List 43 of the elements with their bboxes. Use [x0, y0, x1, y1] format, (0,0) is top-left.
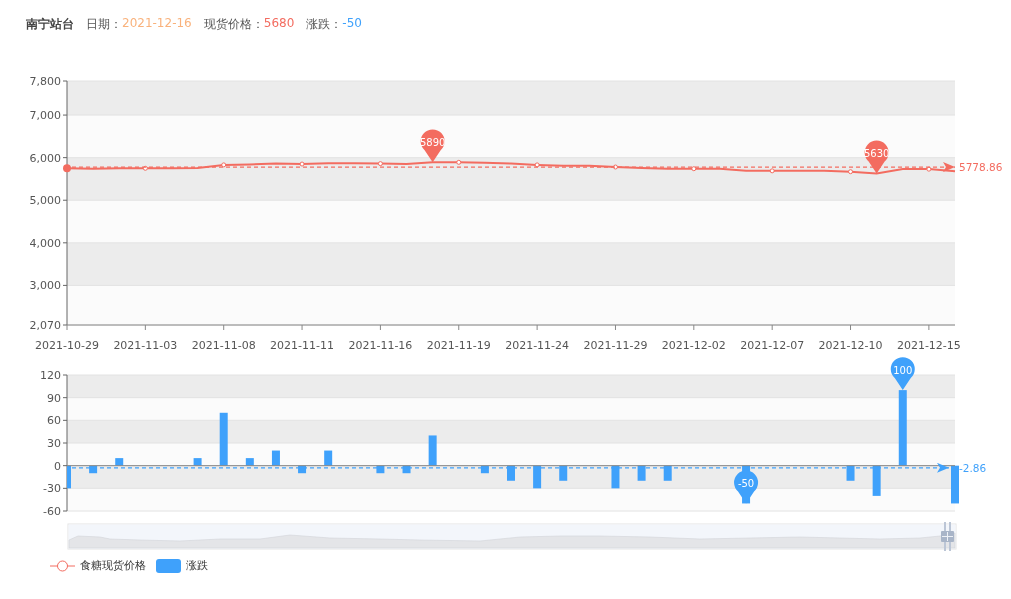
average-label: 5778.86	[959, 161, 1003, 174]
axis-label: 60	[47, 414, 61, 428]
axis-label: 0	[54, 459, 61, 473]
average-label: -2.86	[959, 461, 987, 474]
field-value: 5680	[263, 15, 295, 32]
axis-label: 30	[47, 437, 61, 450]
axis-label: 2021-11-24	[505, 339, 570, 352]
axis-label: -60	[43, 505, 61, 518]
annotation: 100	[893, 365, 913, 377]
axis-label: 2021-10-29	[35, 339, 99, 352]
axis-label: 2021-12-10	[818, 339, 883, 352]
axis-label: 2021-11-16	[348, 339, 413, 352]
axis-label: -30	[43, 482, 61, 496]
axis-label: 2021-11-08	[191, 339, 256, 352]
axis-label: 90	[47, 391, 61, 405]
annotation: 5630	[863, 148, 890, 160]
field-label: 日期：	[86, 15, 122, 33]
axis-label: 2,070	[29, 319, 61, 332]
axis-label: 120	[40, 369, 61, 382]
field-label: 涨跌：	[306, 15, 343, 33]
annotation: 5890	[419, 137, 446, 149]
axis-label: 2021-12-02	[661, 339, 726, 352]
axis-label: 2021-12-07	[740, 339, 805, 352]
pin-marker: 100	[890, 357, 915, 391]
axis-label: 2021-11-19	[426, 339, 491, 352]
pin-marker: 5890	[419, 129, 446, 163]
axis-label: 6,000	[29, 151, 61, 165]
pin-marker: -50	[734, 470, 759, 504]
pin-marker: 5630	[863, 140, 890, 174]
axis-label: 5,000	[29, 194, 61, 208]
annotation: -50	[737, 478, 755, 490]
axis-label: 7,000	[29, 109, 61, 123]
axis-label: 7,800	[29, 75, 61, 88]
axis-label: 2021-11-03	[113, 339, 178, 352]
field-value: 2021-12-16	[122, 15, 192, 32]
axis-label: 4,000	[29, 236, 61, 250]
axis-label: 2021-11-29	[583, 339, 648, 352]
axis-label: 3,000	[29, 279, 61, 293]
axis-label: 2021-11-11	[270, 339, 335, 352]
field-label: 现货价格：	[203, 15, 264, 33]
station-name: 南宁站台	[26, 15, 74, 33]
field-value: -50	[342, 15, 362, 32]
axis-label: 2021-12-15	[896, 339, 961, 352]
